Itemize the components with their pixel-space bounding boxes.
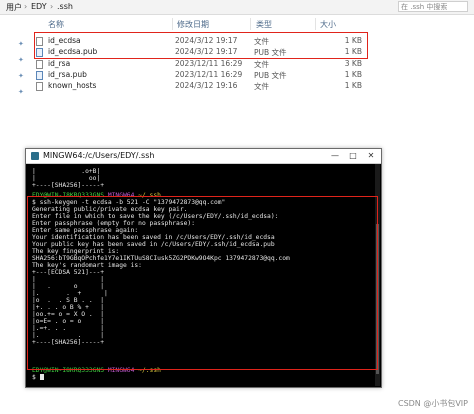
chevron-right-icon: ›	[24, 2, 28, 11]
breadcrumb-folder[interactable]: .ssh	[57, 2, 73, 11]
maximize-button[interactable]: □	[347, 151, 359, 160]
watermark: CSDN @小书包VIP	[397, 399, 468, 408]
pin-icon[interactable]: ✦	[18, 56, 24, 64]
terminal-line: | .o+B|	[32, 168, 101, 175]
file-type: PUB 文件	[254, 71, 287, 80]
column-header-date[interactable]: 修改日期	[177, 19, 209, 30]
file-type: 文件	[254, 60, 269, 69]
pin-icon[interactable]: ✦	[18, 40, 24, 48]
breadcrumb-user[interactable]: EDY	[31, 2, 47, 11]
column-divider[interactable]	[315, 18, 316, 30]
file-date: 2023/12/11 16:29	[175, 59, 243, 68]
file-name: id_rsa	[48, 59, 71, 68]
column-header-size[interactable]: 大小	[320, 19, 336, 30]
column-divider[interactable]	[250, 18, 251, 30]
pub-file-icon	[36, 71, 43, 80]
minimize-button[interactable]: —	[329, 151, 341, 160]
file-icon	[36, 60, 43, 69]
terminal-titlebar[interactable]: MINGW64:/c/Users/EDY/.ssh — □ ✕	[26, 149, 381, 164]
breadcrumb: 用户 › EDY › .ssh 在 .ssh 中搜索	[0, 0, 474, 15]
file-icon	[36, 82, 43, 91]
close-button[interactable]: ✕	[365, 151, 377, 160]
file-date: 2024/3/12 19:16	[175, 81, 238, 90]
file-size: 1 KB	[344, 70, 362, 79]
file-date: 2023/12/11 16:29	[175, 70, 243, 79]
file-size: 3 KB	[344, 59, 362, 68]
file-row[interactable]: known_hosts 2024/3/12 19:16 文件 1 KB	[32, 81, 362, 92]
breadcrumb-root[interactable]: 用户	[6, 2, 22, 13]
terminal-line: | oo|	[32, 175, 101, 182]
highlight-box	[34, 32, 368, 59]
column-header-name[interactable]: 名称	[48, 19, 64, 30]
file-type: 文件	[254, 82, 269, 91]
mingw-icon	[31, 152, 39, 160]
file-name: known_hosts	[48, 81, 97, 90]
file-size: 1 KB	[344, 81, 362, 90]
file-row[interactable]: id_rsa.pub 2023/12/11 16:29 PUB 文件 1 KB	[32, 70, 362, 81]
chevron-right-icon: ›	[50, 2, 54, 11]
pin-icon[interactable]: ✦	[18, 88, 24, 96]
pin-icon[interactable]: ✦	[18, 72, 24, 80]
terminal-input-line[interactable]: $	[32, 374, 44, 381]
highlight-box	[27, 196, 378, 370]
column-header-type[interactable]: 类型	[256, 19, 272, 30]
terminal-line: +----[SHA256]-----+	[32, 182, 105, 189]
column-divider[interactable]	[172, 18, 173, 30]
file-row[interactable]: id_rsa 2023/12/11 16:29 文件 3 KB	[32, 59, 362, 70]
file-name: id_rsa.pub	[48, 70, 87, 79]
text-cursor	[39, 374, 44, 380]
search-input[interactable]: 在 .ssh 中搜索	[398, 1, 468, 12]
terminal-title: MINGW64:/c/Users/EDY/.ssh	[43, 151, 155, 160]
